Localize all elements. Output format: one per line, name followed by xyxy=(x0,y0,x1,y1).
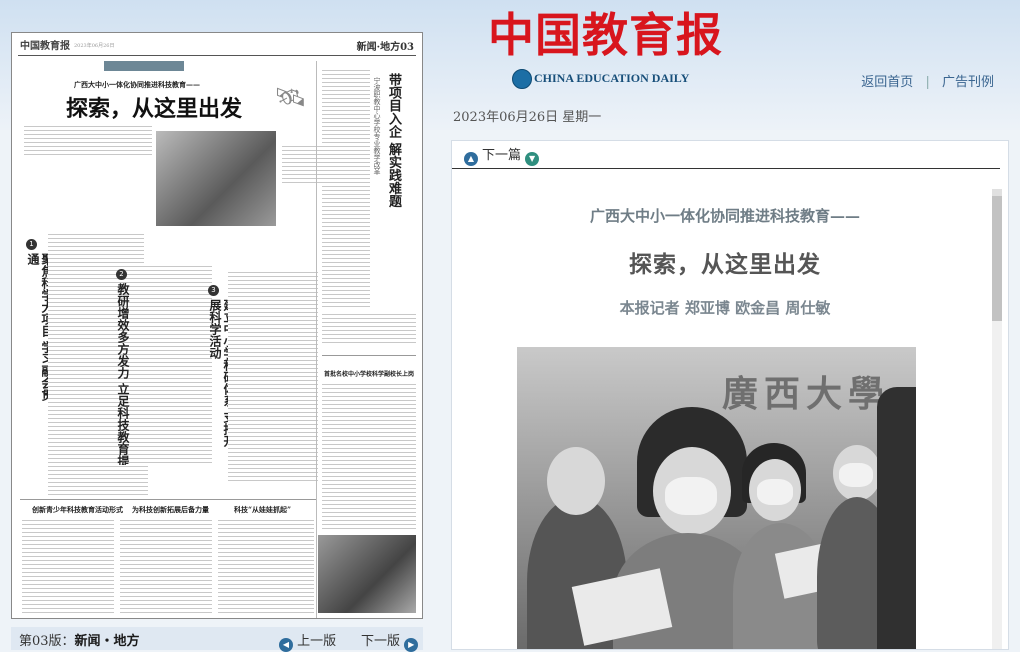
scroll-up-arrow[interactable] xyxy=(992,189,1002,196)
masthead-rule xyxy=(18,55,416,56)
article-title: 探索，从这里出发 xyxy=(629,251,821,278)
paper-lead-title[interactable]: 探索，从这里出发 xyxy=(66,91,242,123)
next-article-link[interactable]: 下一篇 xyxy=(482,148,521,163)
section-number-2: 2 xyxy=(116,269,127,280)
paper-text-block xyxy=(322,383,416,531)
page-number: 第03版： xyxy=(19,634,75,649)
top-nav: 返回首页 | 广告刊例 xyxy=(861,71,994,90)
paper-text-block xyxy=(228,271,318,481)
paper-kicker[interactable]: 广西大中小一体化协同推进科技教育—— xyxy=(74,80,200,90)
photo-mask xyxy=(839,463,873,487)
photo-mask xyxy=(757,479,793,505)
paper-bottom-headline-2[interactable]: 为科技创新拓展后备力量 xyxy=(132,505,209,515)
paper-text-block xyxy=(22,519,114,615)
paper-text-block xyxy=(322,69,370,309)
paper-text-block xyxy=(48,465,148,495)
paper-lead-photo[interactable] xyxy=(156,131,276,226)
page-section: 新闻・地方 xyxy=(74,634,140,649)
column-divider xyxy=(316,61,317,618)
viewer-scrollbar[interactable] xyxy=(992,189,1002,649)
site-logo[interactable]: 中国教育报 xyxy=(488,6,723,64)
prev-page-label: 上一版 xyxy=(297,634,337,649)
viewer-rule xyxy=(452,168,1000,169)
photo-figure xyxy=(877,387,916,649)
photo-mask xyxy=(665,477,717,515)
scroll-thumb[interactable] xyxy=(992,196,1002,321)
satellite-icon: 🛰 xyxy=(274,83,308,113)
paper-masthead: 中国教育报 xyxy=(20,41,70,52)
section-rule xyxy=(20,499,316,500)
paper-tag-box xyxy=(104,61,184,71)
paper-side-subhead: 宁波职教中心学校专业教学改革 xyxy=(373,77,381,175)
paper-headline-2[interactable]: 教研增效多方发力 立足科技教育提质 xyxy=(116,283,130,483)
article-viewer: ▲ 下一篇 ▼ 广西大中小一体化协同推进科技教育—— 探索，从这里出发 本报记者 郑… xyxy=(451,140,1009,650)
home-link[interactable]: 返回首页 xyxy=(861,75,913,90)
issue-date: 2023年06月26日 星期一 xyxy=(453,110,602,125)
section-number-3: 3 xyxy=(208,285,219,296)
sublogo-text: CHINA EDUCATION DAILY xyxy=(534,71,690,85)
paper-bottom-headline-3[interactable]: 科技“从娃娃抓起” xyxy=(234,505,291,515)
up-circle-icon[interactable]: ▲ xyxy=(464,152,478,166)
paper-text-block xyxy=(322,313,416,343)
paper-side-headline[interactable]: 带项目入企 解实践难题 xyxy=(386,73,401,253)
down-circle-icon[interactable]: ▼ xyxy=(525,152,540,166)
nav-separator: | xyxy=(925,75,930,90)
paper-masthead-date: 2023年06月26日 xyxy=(74,43,115,49)
globe-icon xyxy=(512,69,532,89)
article-nav[interactable]: ▲ 下一篇 ▼ xyxy=(460,144,543,166)
paper-side-small-headline[interactable]: 首批名校中小学校科学副校长上岗 xyxy=(324,369,414,378)
ad-rates-link[interactable]: 广告刊例 xyxy=(942,75,994,90)
paper-text-block xyxy=(218,519,314,615)
photo-sign-text: 廣西大學 xyxy=(722,373,891,415)
paper-side-photo[interactable] xyxy=(318,535,416,613)
paper-text-block xyxy=(120,519,212,615)
prev-page-button[interactable]: ◀ 上一版 xyxy=(279,630,336,652)
article-photo: 廣西大學 xyxy=(517,347,916,649)
page-nav-bar: 第03版：新闻・地方 ◀ 上一版 下一版 ▶ xyxy=(11,627,423,652)
paper-text-block xyxy=(136,265,212,465)
photo-face xyxy=(547,447,605,515)
next-page-button[interactable]: 下一版 ▶ xyxy=(361,630,419,652)
next-page-label: 下一版 xyxy=(361,634,401,649)
section-number-1: 1 xyxy=(26,239,37,250)
section-rule xyxy=(322,355,416,356)
page-label: 第03版：新闻・地方 xyxy=(19,630,140,649)
article-byline: 本报记者 郑亚博 欧金昌 周仕敏 xyxy=(619,299,831,317)
paper-text-block xyxy=(24,125,152,155)
paper-section-label: 新闻·地方03 xyxy=(356,42,414,53)
paper-bottom-headline-1[interactable]: 创新青少年科技教育活动形式 xyxy=(32,505,123,515)
newspaper-page[interactable]: 中国教育报 2023年06月26日 新闻·地方03 广西大中小一体化协同推进科技… xyxy=(11,32,423,619)
article-kicker: 广西大中小一体化协同推进科技教育—— xyxy=(589,207,860,225)
